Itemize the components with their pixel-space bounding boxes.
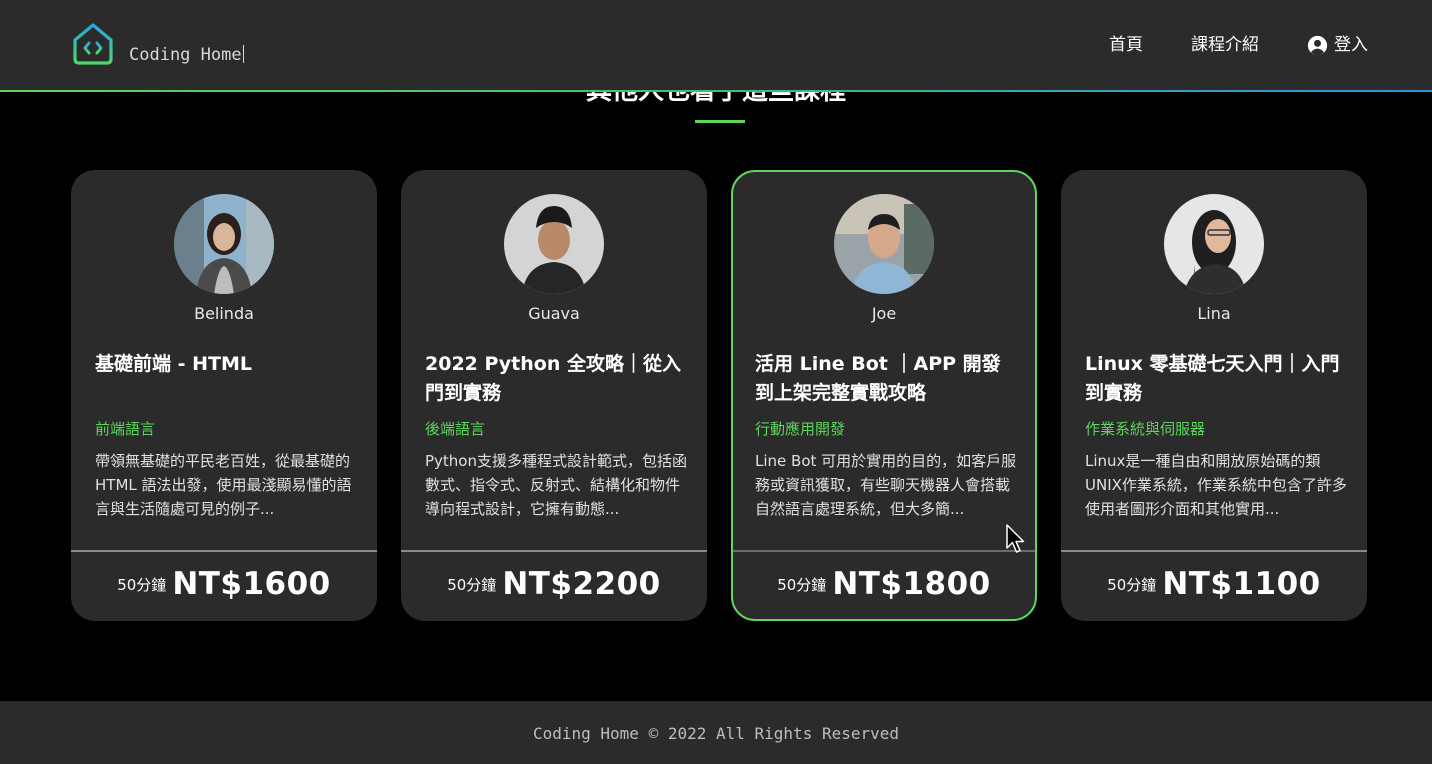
price-row: 50分鐘 NT$1100: [1061, 566, 1367, 602]
title-underline: [695, 120, 745, 123]
price-divider: [733, 550, 1035, 552]
course-price: NT$2200: [502, 566, 661, 602]
course-title[interactable]: Linux 零基礎七天入門｜入門到實務: [1085, 350, 1347, 408]
nav-courses-label: 課程介紹: [1191, 35, 1259, 55]
teacher-avatar: [1164, 194, 1264, 294]
house-code-logo-icon: [73, 23, 113, 65]
price-row: 50分鐘 NT$1600: [71, 566, 377, 602]
nav-login-label: 登入: [1334, 35, 1368, 55]
course-description: Linux是一種自由和開放原始碼的類UNIX作業系統，作業系統中包含了許多使用者…: [1085, 452, 1347, 518]
header-gradient-line: [0, 90, 1432, 92]
course-category: 後端語言: [425, 420, 486, 438]
price-row: 50分鐘 NT$1800: [733, 566, 1035, 602]
teacher-name: Lina: [1197, 304, 1231, 323]
user-circle-icon: [1307, 35, 1328, 55]
course-category: 行動應用開發: [755, 420, 846, 438]
course-card[interactable]: Belinda 基礎前端 - HTML 前端語言 帶領無基礎的平民老百姓，從最基…: [71, 170, 377, 621]
logo-text: Coding Home: [129, 45, 244, 65]
course-card[interactable]: Lina Linux 零基礎七天入門｜入門到實務 作業系統與伺服器 Linux是…: [1061, 170, 1367, 621]
course-card-active[interactable]: Joe 活用 Line Bot ｜APP 開發到上架完整實戰攻略 行動應用開發 …: [731, 170, 1037, 621]
course-price: NT$1100: [1162, 566, 1321, 602]
course-duration: 50分鐘: [117, 576, 167, 594]
course-duration: 50分鐘: [777, 576, 827, 594]
teacher-name: Belinda: [194, 304, 254, 323]
course-duration: 50分鐘: [447, 576, 497, 594]
mouse-pointer-icon: [1006, 524, 1025, 553]
course-category: 作業系統與伺服器: [1085, 420, 1206, 438]
nav-login[interactable]: 登入: [1307, 32, 1368, 58]
main-nav: 首頁 課程介紹 登入: [1109, 32, 1368, 58]
course-price: NT$1800: [832, 566, 991, 602]
nav-courses[interactable]: 課程介紹: [1191, 32, 1259, 58]
teacher-avatar: [174, 194, 274, 294]
site-header: Coding Home 首頁 課程介紹 登入: [0, 0, 1432, 92]
course-description: 帶領無基礎的平民老百姓，從最基礎的 HTML 語法出發，使用最淺顯易懂的語言與生…: [95, 452, 352, 518]
teacher-name: Joe: [871, 304, 897, 323]
course-title[interactable]: 活用 Line Bot ｜APP 開發到上架完整實戰攻略: [755, 350, 1017, 408]
teacher-name: Guava: [528, 304, 580, 323]
teacher-avatar: [834, 194, 934, 294]
course-duration: 50分鐘: [1107, 576, 1157, 594]
course-card[interactable]: Guava 2022 Python 全攻略｜從入門到實務 後端語言 Python…: [401, 170, 707, 621]
teacher-avatar: [504, 194, 604, 294]
course-description: Line Bot 可用於實用的目的，如客戶服務或資訊獲取，有些聊天機器人會搭載自…: [755, 452, 1017, 518]
logo-link[interactable]: Coding Home: [71, 22, 244, 66]
nav-home[interactable]: 首頁: [1109, 32, 1143, 58]
nav-home-label: 首頁: [1109, 35, 1143, 55]
course-title[interactable]: 基礎前端 - HTML: [95, 350, 357, 379]
price-row: 50分鐘 NT$2200: [401, 566, 707, 602]
course-title[interactable]: 2022 Python 全攻略｜從入門到實務: [425, 350, 687, 408]
footer-copyright: Coding Home © 2022 All Rights Reserved: [532, 724, 900, 743]
price-divider: [1061, 550, 1367, 552]
course-category: 前端語言: [95, 420, 156, 438]
course-price: NT$1600: [172, 566, 331, 602]
course-description: Python支援多種程式設計範式，包括函數式、指令式、反射式、結構化和物件導向程…: [425, 452, 687, 518]
site-footer: Coding Home © 2022 All Rights Reserved: [0, 701, 1432, 764]
price-divider: [71, 550, 377, 552]
price-divider: [401, 550, 707, 552]
